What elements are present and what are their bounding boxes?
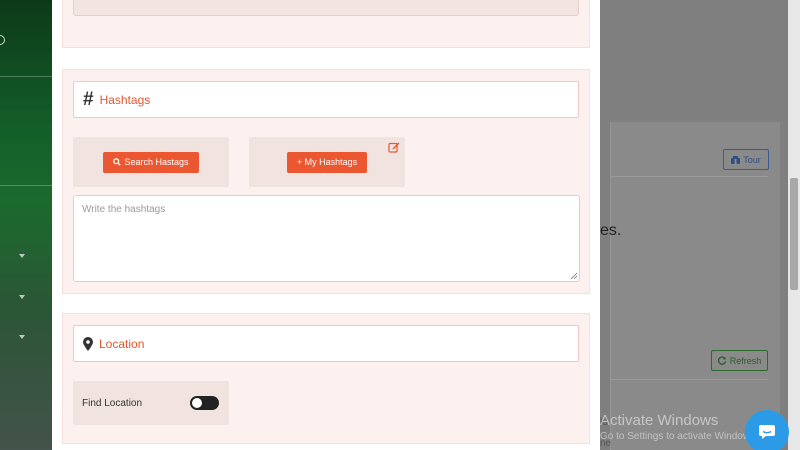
hashtags-section: # Hashtags Search Hastags + My Hashtags … [62,69,590,294]
search-hashtags-button[interactable]: Search Hastags [103,151,199,173]
my-hashtags-tile: + My Hashtags [249,137,405,187]
activate-windows-subtitle: Go to Settings to activate Windows. [600,431,758,442]
search-hashtags-label: Search Hastags [124,157,189,167]
refresh-label: Refresh [729,355,762,366]
tour-button[interactable]: Tour [723,149,769,170]
activate-windows-title: Activate Windows [600,412,719,429]
edit-icon[interactable] [388,141,400,153]
find-location-tile: Find Location [73,381,229,425]
globe-icon [0,35,5,45]
map-marker-icon [83,336,93,351]
chevron-down-icon [19,335,25,339]
post-modal: # Hashtags Search Hastags + My Hashtags … [52,0,600,450]
refresh-button[interactable]: Refresh [711,350,768,371]
find-location-toggle[interactable] [190,396,219,410]
hashtags-header: # Hashtags [73,81,579,118]
hashtags-placeholder: Write the hashtags [82,204,166,215]
search-icon [113,158,122,166]
location-title: Location [99,336,145,351]
my-hashtags-button[interactable]: + My Hashtags [286,151,368,173]
divider [610,379,768,380]
hashtags-textarea[interactable]: Write the hashtags [73,195,580,282]
partial-text: es. [600,222,622,239]
tour-label: Tour [743,154,761,165]
hashtags-title: Hashtags [99,92,151,107]
search-hashtags-tile: Search Hastags [73,137,229,187]
binoculars-icon [731,155,741,164]
chevron-down-icon [19,295,25,299]
scrollbar-thumb[interactable] [790,178,798,290]
chat-button[interactable] [745,410,789,450]
background-content: Tour es. ld ne Refresh Activate Windows … [600,0,800,450]
toggle-knob [192,398,202,408]
refresh-icon [717,356,727,365]
hashtag-icon: # [83,89,94,110]
divider [610,176,768,177]
previous-section [62,0,590,48]
resize-handle-icon[interactable] [570,272,577,279]
background-sidebar [0,0,52,450]
sidebar-divider [0,185,52,186]
previous-field[interactable] [73,0,579,16]
location-section: Location Find Location [62,313,590,444]
my-hashtags-label: + My Hashtags [296,157,358,167]
chat-icon [759,425,775,439]
location-header: Location [73,325,579,362]
sidebar-divider [0,76,52,77]
chevron-down-icon [19,254,25,258]
page-scrollbar[interactable] [788,0,800,450]
find-location-label: Find Location [82,397,143,409]
background-card [610,122,780,450]
